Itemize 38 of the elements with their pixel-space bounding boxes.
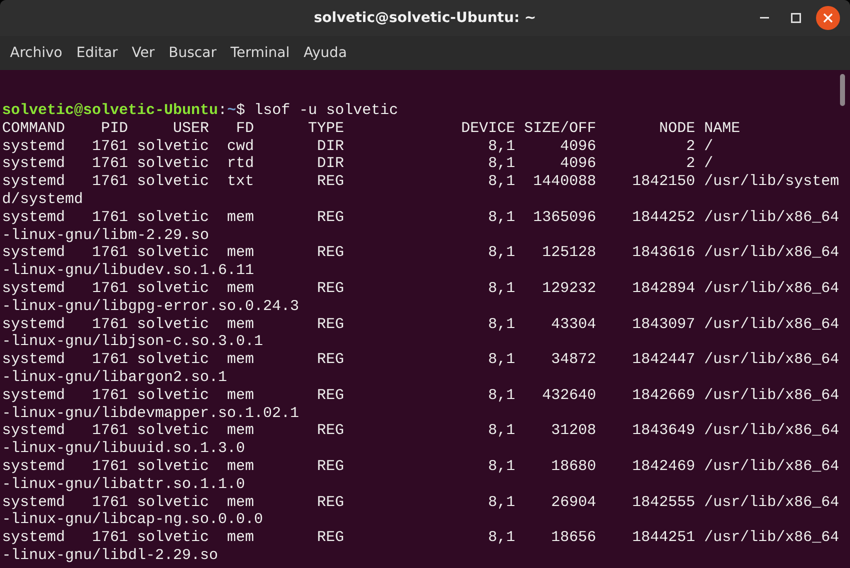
output-line: -linux-gnu/libargon2.so.1 (2, 368, 228, 387)
output-line: systemd 1761 solvetic mem REG 8,1 129232 1842894 /usr/lib/x86_64 (2, 280, 840, 298)
output-line: d/systemd (2, 190, 84, 209)
window-title: solvetic@solvetic-Ubuntu: ~ (314, 10, 536, 26)
output-line: -linux-gnu/libgpg-error.so.0.24.3 (2, 298, 300, 316)
output-line: -linux-gnu/libcap-ng.so.0.0.0 (2, 511, 264, 530)
menu-item[interactable]: Ayuda (296, 41, 354, 65)
menu-item[interactable]: Terminal (223, 41, 297, 65)
output-line: systemd 1761 solvetic mem REG 8,1 43304 1843097 /usr/lib/x86_64 (2, 316, 840, 334)
output-line: systemd 1761 solvetic mem REG 8,1 432640 1842669 /usr/lib/x86_64 (2, 386, 840, 405)
close-icon (823, 13, 833, 23)
menu-item[interactable]: Editar (69, 41, 125, 65)
output-line: systemd 1761 solvetic cwd DIR 8,1 4096 2 / (2, 138, 714, 156)
output-line: -linux-gnu/libdl-2.29.so (2, 546, 218, 565)
output-line: systemd 1761 solvetic mem REG 8,1 31208 1843649 /usr/lib/x86_64 (2, 422, 840, 440)
output-line: systemd 1761 solvetic rtd DIR 8,1 4096 2 / (2, 155, 714, 174)
output-line: -linux-gnu/libdevmapper.so.1.02.1 (2, 404, 300, 422)
output-line: -linux-gnu/libattr.so.1.1.0 (2, 476, 246, 494)
menu-item[interactable]: Archivo (3, 41, 70, 65)
output-line: systemd 1761 solvetic mem REG 8,1 26904 1842555 /usr/lib/x86_64 (2, 494, 840, 512)
minimize-icon (760, 17, 768, 19)
output-line: -linux-gnu/libuuid.so.1.3.0 (2, 440, 246, 458)
close-button[interactable] (816, 6, 840, 30)
prompt-line: solvetic@solvetic-Ubuntu:~$ lsof -u solvetic (2, 102, 398, 120)
scrollbar-thumb[interactable] (840, 74, 845, 106)
maximize-icon (791, 13, 801, 23)
output-line: systemd 1761 solvetic txt REG 8,1 1440088 1842150 /usr/lib/system (2, 173, 840, 191)
output-line: systemd 1761 solvetic mem REG 8,1 18656 1844251 /usr/lib/x86_64 (2, 529, 840, 547)
output-line: systemd 1761 solvetic mem REG 8,1 18680 1842469 /usr/lib/x86_64 (2, 458, 840, 476)
output-line: -linux-gnu/libudev.so.1.6.11 (2, 262, 254, 280)
menu-item[interactable]: Ver (124, 41, 162, 65)
output-line: -linux-gnu/libm-2.29.so (2, 226, 210, 244)
output-line: systemd 1761 solvetic mem REG 8,1 34872 1842447 /usr/lib/x86_64 (2, 351, 840, 369)
output-line: systemd 1761 solvetic mem REG 8,1 125128 1843616 /usr/lib/x86_64 (2, 244, 840, 262)
output-line: -linux-gnu/libjson-c.so.3.0.1 (2, 333, 264, 352)
output-line: systemd 1761 solvetic mem REG 8,1 1365096 1844252 /usr/lib/x86_64 (2, 208, 840, 227)
menu-item[interactable]: Buscar (162, 41, 224, 65)
output-line: COMMAND PID USER FD TYPE DEVICE SIZE/OFF NODE NAME (2, 120, 740, 138)
